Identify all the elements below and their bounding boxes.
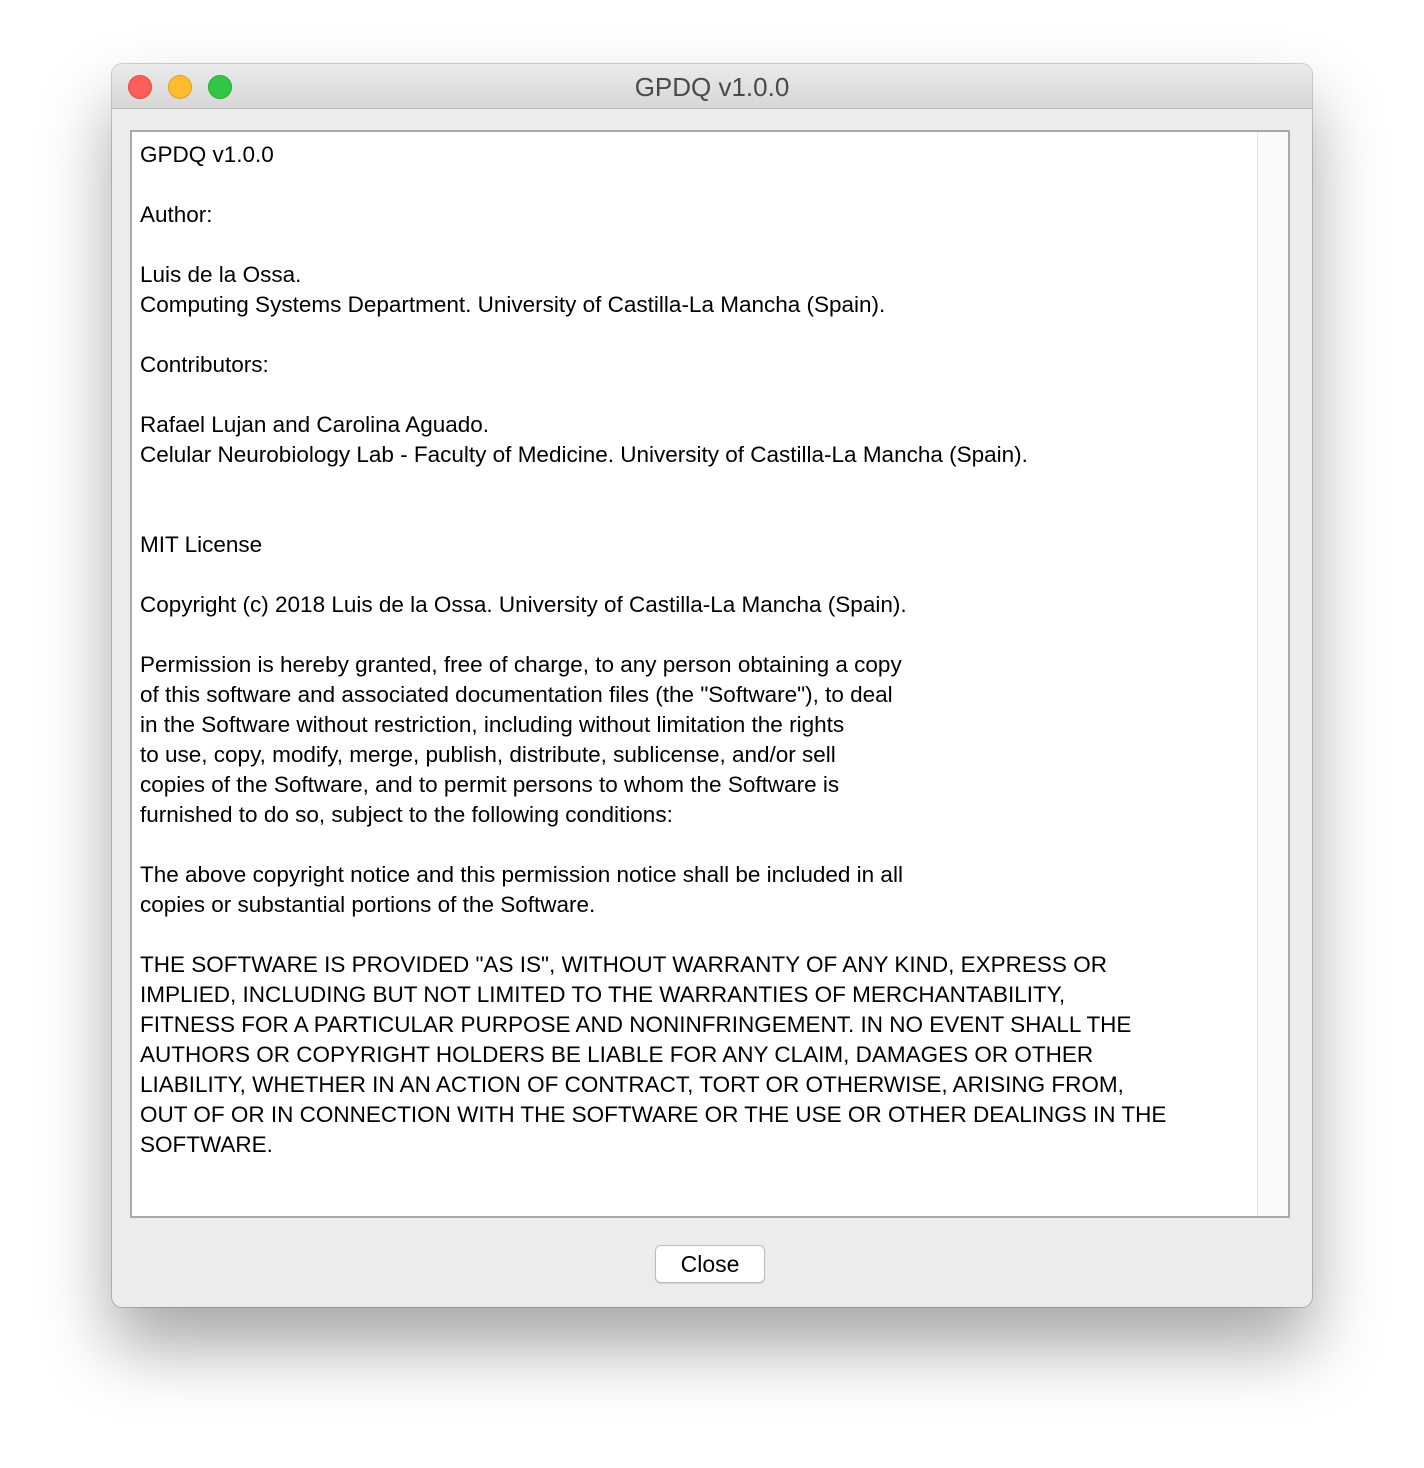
license-text-area[interactable]: GPDQ v1.0.0 Author: Luis de la Ossa. Comput…: [130, 130, 1290, 1218]
text-line: AUTHORS OR COPYRIGHT HOLDERS BE LIABLE F…: [140, 1042, 1094, 1067]
text-line: Rafael Lujan and Carolina Aguado.: [140, 412, 490, 437]
window-title: GPDQ v1.0.0: [634, 72, 790, 102]
text-line: [140, 170, 1250, 200]
text-line: [140, 230, 1250, 260]
license-text: GPDQ v1.0.0 Author: Luis de la Ossa. Comput…: [140, 140, 1250, 1160]
text-line: MIT License: [140, 532, 263, 557]
text-line: copies or substantial portions of the So…: [140, 892, 596, 917]
text-line: of this software and associated document…: [140, 682, 893, 707]
text-line: in the Software without restriction, inc…: [140, 712, 845, 737]
text-line: [140, 830, 1250, 860]
title-bar[interactable]: GPDQ v1.0.0: [112, 64, 1312, 109]
text-line: furnished to do so, subject to the follo…: [140, 802, 673, 827]
text-line: copies of the Software, and to permit pe…: [140, 772, 840, 797]
text-line: Celular Neurobiology Lab - Faculty of Me…: [140, 442, 1028, 467]
text-line: to use, copy, modify, merge, publish, di…: [140, 742, 836, 767]
text-line: The above copyright notice and this perm…: [140, 862, 903, 887]
text-line: THE SOFTWARE IS PROVIDED "AS IS", WITHOU…: [140, 952, 1107, 977]
text-line: [140, 560, 1250, 590]
text-line: Author:: [140, 202, 213, 227]
close-button[interactable]: Close: [655, 1245, 765, 1283]
text-line: GPDQ v1.0.0: [140, 142, 274, 167]
text-line: LIABILITY, WHETHER IN AN ACTION OF CONTR…: [140, 1072, 1124, 1097]
text-line: [140, 920, 1250, 950]
text-line: OUT OF OR IN CONNECTION WITH THE SOFTWAR…: [140, 1102, 1167, 1127]
text-line: Luis de la Ossa.: [140, 262, 302, 287]
text-line: IMPLIED, INCLUDING BUT NOT LIMITED TO TH…: [140, 982, 1066, 1007]
about-dialog-window: GPDQ v1.0.0 GPDQ v1.0.0 Author: Luis de la…: [112, 64, 1312, 1307]
text-line: Computing Systems Department. University…: [140, 292, 886, 317]
text-line: Permission is hereby granted, free of ch…: [140, 652, 902, 677]
text-line: FITNESS FOR A PARTICULAR PURPOSE AND NON…: [140, 1012, 1132, 1037]
text-line: Copyright (c) 2018 Luis de la Ossa. Univ…: [140, 592, 907, 617]
text-line: [140, 470, 1250, 500]
vertical-scrollbar[interactable]: [1257, 132, 1288, 1216]
text-line: [140, 500, 1250, 530]
text-line: Contributors:: [140, 352, 269, 377]
text-line: [140, 320, 1250, 350]
text-line: SOFTWARE.: [140, 1132, 273, 1157]
text-line: [140, 380, 1250, 410]
text-line: [140, 620, 1250, 650]
